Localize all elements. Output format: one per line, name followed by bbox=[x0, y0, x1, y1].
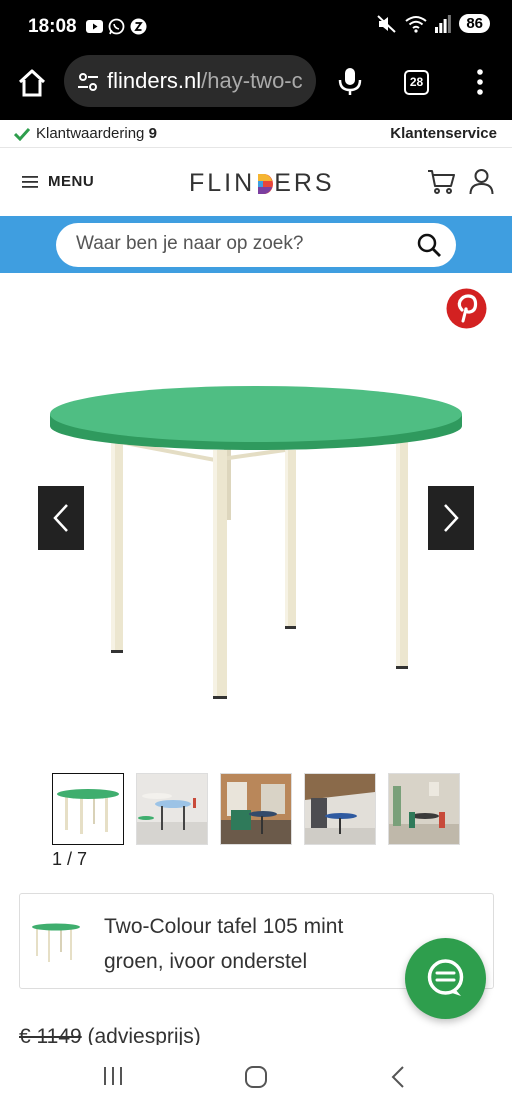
flinders-logo[interactable]: FLIN ERS bbox=[189, 169, 335, 198]
search-band bbox=[0, 216, 512, 273]
system-navigation-bar bbox=[0, 1045, 512, 1109]
home-icon[interactable] bbox=[16, 67, 48, 99]
wifi-icon bbox=[405, 15, 427, 33]
thumbnail-5[interactable] bbox=[388, 773, 460, 845]
logo-text-right: ERS bbox=[274, 169, 335, 197]
carousel-next-button[interactable] bbox=[428, 486, 474, 550]
signal-icon bbox=[435, 14, 452, 33]
chat-icon bbox=[427, 959, 464, 996]
thumbnail-5-image bbox=[389, 774, 459, 844]
thumbnail-1-image bbox=[53, 774, 123, 844]
recent-apps-icon[interactable] bbox=[102, 1065, 124, 1087]
thumbnail-3-image bbox=[221, 774, 291, 844]
url-text[interactable]: flinders.nl/hay-two-c bbox=[107, 68, 303, 94]
battery-indicator: 86 bbox=[459, 14, 490, 33]
browser-toolbar: flinders.nl/hay-two-c 28 bbox=[0, 54, 512, 120]
status-bar: 18:08 86 bbox=[0, 0, 512, 54]
status-time: 18:08 bbox=[28, 16, 77, 37]
site-settings-icon[interactable] bbox=[76, 70, 100, 94]
mute-icon bbox=[377, 14, 396, 33]
customer-rating[interactable]: Klantwaardering 9 bbox=[36, 125, 157, 142]
thumbnail-4-image bbox=[305, 774, 375, 844]
product-image[interactable] bbox=[40, 380, 472, 710]
product-title: Two-Colour tafel 105 mint groen, ivoor o… bbox=[104, 915, 344, 973]
price-note: (adviesprijs) bbox=[81, 1025, 201, 1045]
thumbnail-4[interactable] bbox=[304, 773, 376, 845]
thumbnail-2[interactable] bbox=[136, 773, 208, 845]
home-nav-icon[interactable] bbox=[244, 1065, 268, 1089]
price-row: € 1149 (adviesprijs) bbox=[19, 1025, 499, 1045]
site-header: MENU FLIN ERS bbox=[0, 149, 512, 216]
youtube-icon bbox=[86, 20, 103, 33]
url-path: /hay-two-c bbox=[201, 68, 303, 93]
account-icon[interactable] bbox=[469, 168, 494, 195]
menu-button[interactable]: MENU bbox=[22, 173, 94, 190]
microphone-icon[interactable] bbox=[336, 66, 364, 96]
thumbnail-3[interactable] bbox=[220, 773, 292, 845]
more-options-icon[interactable] bbox=[470, 68, 490, 96]
hamburger-icon bbox=[22, 175, 38, 188]
status-indicators: 86 bbox=[377, 14, 490, 33]
rating-score: 9 bbox=[148, 125, 157, 142]
shopping-cart-icon[interactable] bbox=[427, 169, 455, 195]
search-box[interactable] bbox=[56, 223, 456, 267]
chevron-left-icon bbox=[53, 504, 68, 532]
app-notification-icon bbox=[130, 18, 147, 35]
thumbnail-strip bbox=[52, 773, 460, 845]
tab-switcher-button[interactable]: 28 bbox=[404, 70, 429, 95]
image-counter: 1 / 7 bbox=[52, 849, 88, 869]
checkmark-icon bbox=[14, 127, 30, 141]
thumbnail-2-image bbox=[137, 774, 207, 844]
pinterest-icon[interactable] bbox=[446, 288, 487, 329]
product-card-thumbnail bbox=[32, 923, 80, 962]
logo-mark-icon bbox=[258, 173, 274, 194]
address-bar[interactable]: flinders.nl/hay-two-c bbox=[64, 55, 316, 107]
url-host: flinders.nl bbox=[107, 68, 202, 93]
logo-text-left: FLIN bbox=[189, 169, 256, 197]
chat-button[interactable] bbox=[405, 938, 486, 1019]
rating-strip: Klantwaardering 9 Klantenservice bbox=[0, 120, 512, 148]
menu-label: MENU bbox=[48, 173, 95, 190]
carousel-previous-button[interactable] bbox=[38, 486, 84, 550]
thumbnail-1[interactable] bbox=[52, 773, 124, 845]
back-icon[interactable] bbox=[390, 1065, 406, 1089]
old-price: € 1149 bbox=[19, 1025, 82, 1045]
customer-service-link[interactable]: Klantenservice bbox=[390, 125, 497, 142]
chevron-right-icon bbox=[444, 504, 459, 532]
search-icon[interactable] bbox=[417, 233, 442, 258]
whatsapp-icon bbox=[108, 18, 125, 35]
search-input[interactable] bbox=[76, 233, 396, 255]
rating-label: Klantwaardering bbox=[36, 125, 145, 142]
